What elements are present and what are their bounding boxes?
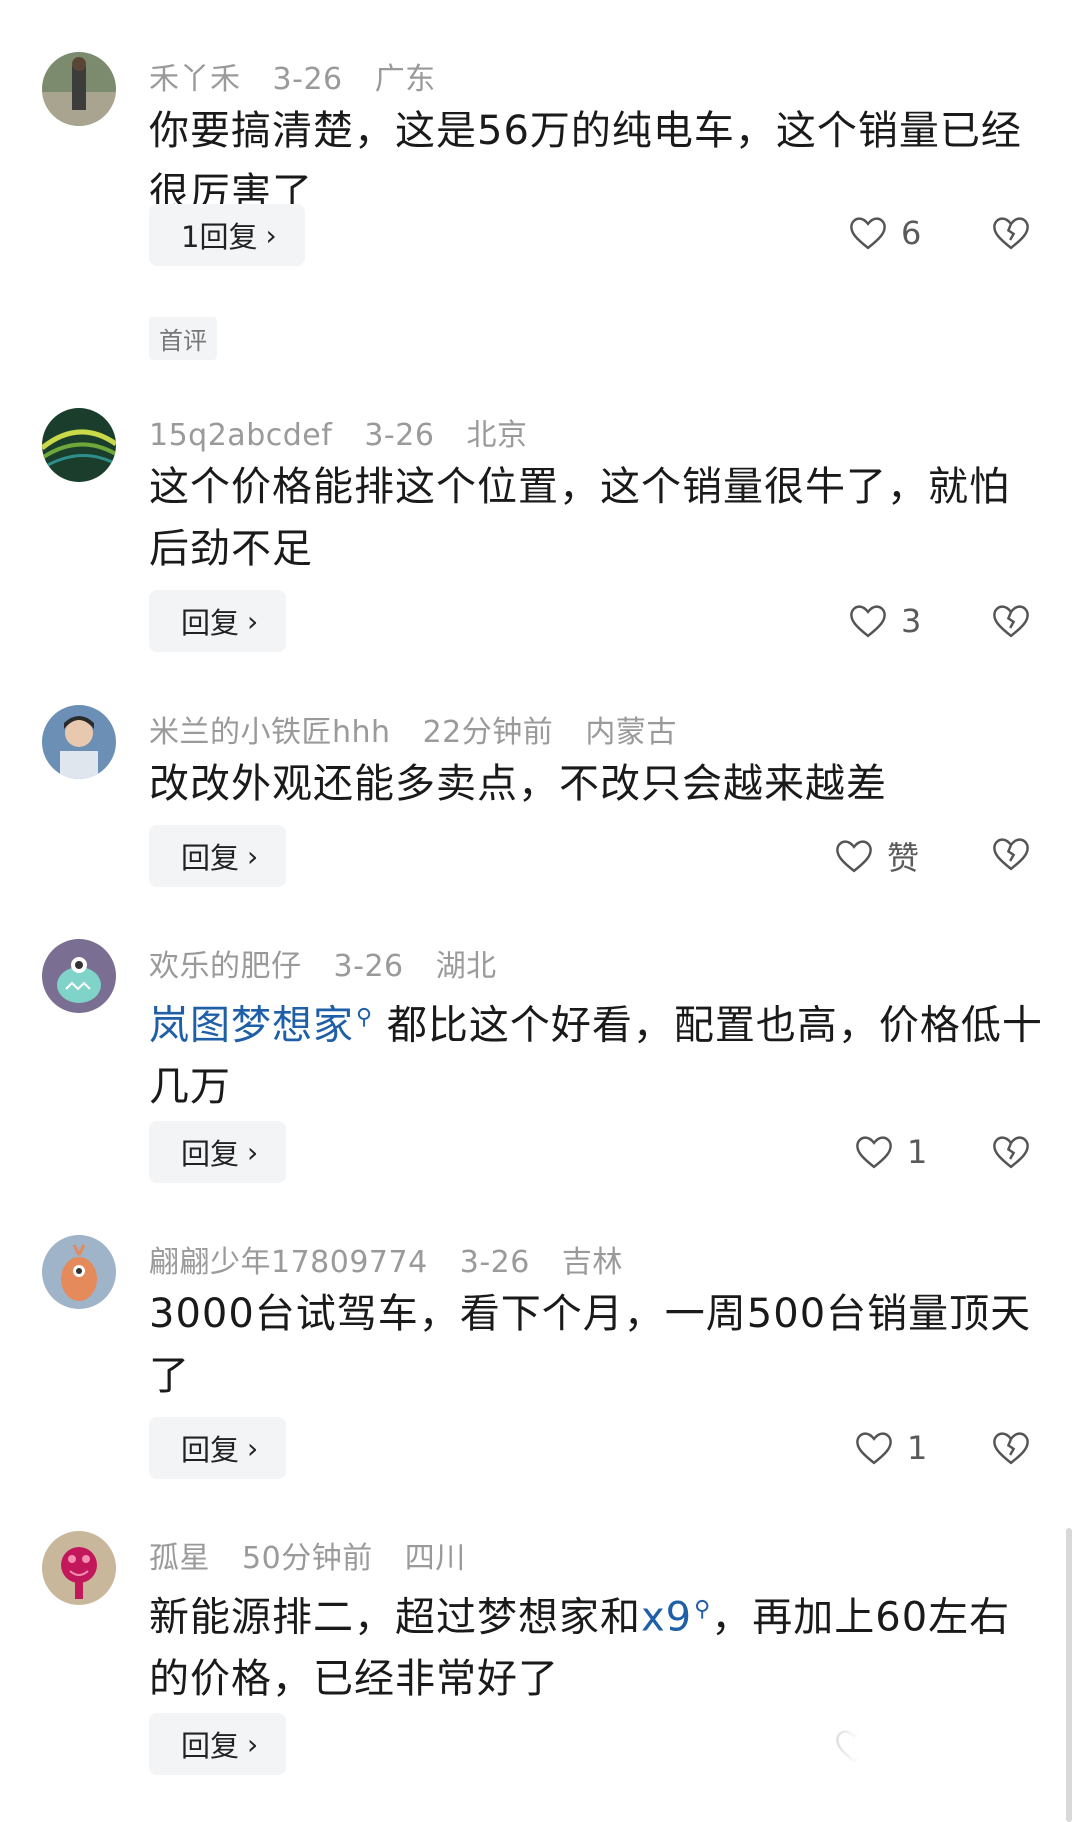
like-count: 1 [907, 1133, 928, 1171]
like-count: 6 [901, 214, 922, 252]
username[interactable]: 15q2abcdef [149, 418, 332, 453]
reply-button[interactable]: 回复 › [149, 1417, 287, 1479]
reply-label: 回复 [181, 1433, 240, 1467]
reply-button[interactable]: 1回复 › [149, 204, 305, 266]
timestamp: 50分钟前 [242, 1541, 373, 1576]
dislike-button[interactable] [990, 1427, 1032, 1469]
username[interactable]: 翩翩少年17809774 [149, 1245, 428, 1280]
broken-heart-icon [993, 838, 1029, 871]
like-button[interactable]: 赞 [833, 833, 919, 879]
chevron-right-icon: › [265, 218, 277, 252]
reply-label: 回复 [181, 1137, 240, 1171]
like-count: 赞 [887, 839, 920, 877]
comment-meta: 禾丫禾 3-26 广东 [149, 54, 458, 98]
broken-heart-icon [993, 1136, 1029, 1169]
location: 吉林 [561, 1245, 623, 1280]
comment-text: 这个价格能排这个位置，这个销量很牛了，就怕后劲不足 [149, 464, 1010, 572]
avatar[interactable] [42, 1531, 116, 1605]
username[interactable]: 欢乐的肥仔 [149, 949, 302, 984]
location: 湖北 [435, 949, 497, 984]
location: 四川 [404, 1541, 466, 1576]
heart-outline-icon [850, 605, 886, 638]
location: 北京 [466, 418, 528, 453]
comment-meta: 米兰的小铁匠hhh 22分钟前 内蒙古 [149, 707, 699, 751]
comment-text: 3000台试驾车，看下个月，一周500台销量顶天了 [149, 1291, 1032, 1399]
broken-heart-icon [993, 217, 1029, 250]
comment-text: 改改外观还能多卖点，不改只会越来越差 [149, 761, 887, 807]
location: 内蒙古 [585, 715, 677, 750]
like-button[interactable]: 6 [847, 212, 921, 254]
comment-meta: 欢乐的肥仔 3-26 湖北 [149, 941, 519, 985]
heart-outline-icon [856, 1136, 892, 1169]
reply-button[interactable]: 回复 › [149, 590, 287, 652]
dislike-button[interactable] [990, 212, 1032, 254]
chevron-right-icon: › [247, 604, 259, 638]
heart-outline-icon [836, 840, 872, 873]
chevron-right-icon: › [247, 839, 259, 873]
chevron-right-icon: › [247, 1727, 259, 1761]
avatar[interactable] [42, 52, 116, 126]
reply-button[interactable]: 回复 › [149, 1713, 287, 1775]
chevron-right-icon: › [247, 1431, 259, 1465]
scrollbar[interactable] [1066, 1528, 1072, 1822]
username[interactable]: 孤星 [149, 1541, 210, 1576]
bottom-fade-overlay [740, 1690, 1080, 1822]
broken-heart-icon [993, 605, 1029, 638]
timestamp: 3-26 [459, 1245, 530, 1280]
search-icon: ⚲ [694, 1597, 712, 1622]
broken-heart-icon [993, 1432, 1029, 1465]
comment-text: 岚图梦想家⚲ 都比这个好看，配置也高，价格低十几万 [149, 987, 1049, 1118]
heart-outline-icon [850, 217, 886, 250]
location: 广东 [374, 62, 436, 97]
mention-link[interactable]: 岚图梦想家 [149, 1002, 354, 1048]
timestamp: 3-26 [364, 418, 435, 453]
avatar[interactable] [42, 408, 116, 482]
timestamp: 3-26 [333, 949, 404, 984]
like-count: 1 [907, 1429, 928, 1467]
avatar[interactable] [42, 705, 116, 779]
comment-meta: 15q2abcdef 3-26 北京 [149, 410, 549, 454]
comment-meta: 孤星 50分钟前 四川 [149, 1533, 488, 1577]
first-comment-badge: 首评 [149, 317, 217, 360]
reply-button[interactable]: 回复 › [149, 1121, 287, 1183]
username[interactable]: 禾丫禾 [149, 62, 241, 97]
heart-outline-icon [856, 1432, 892, 1465]
reply-button[interactable]: 回复 › [149, 825, 287, 887]
avatar[interactable] [42, 1235, 116, 1309]
reply-label: 1回复 [181, 220, 258, 254]
like-count: 3 [901, 602, 922, 640]
dislike-button[interactable] [990, 1131, 1032, 1173]
chevron-right-icon: › [247, 1135, 259, 1169]
like-button[interactable]: 3 [847, 600, 921, 642]
avatar[interactable] [42, 939, 116, 1013]
timestamp: 3-26 [272, 62, 343, 97]
reply-label: 回复 [181, 1729, 240, 1763]
comment-meta: 翩翩少年17809774 3-26 吉林 [149, 1237, 645, 1281]
reply-label: 回复 [181, 606, 240, 640]
search-icon: ⚲ [356, 1005, 374, 1030]
reply-label: 回复 [181, 841, 240, 875]
dislike-button[interactable] [990, 600, 1032, 642]
dislike-button[interactable] [990, 833, 1032, 875]
username[interactable]: 米兰的小铁匠hhh [149, 715, 391, 750]
like-button[interactable]: 1 [853, 1427, 927, 1469]
comment-body: 新能源排二，超过梦想家和 [149, 1594, 641, 1641]
timestamp: 22分钟前 [422, 715, 554, 750]
like-button[interactable]: 1 [853, 1131, 927, 1173]
mention-link[interactable]: x9 [641, 1594, 692, 1640]
